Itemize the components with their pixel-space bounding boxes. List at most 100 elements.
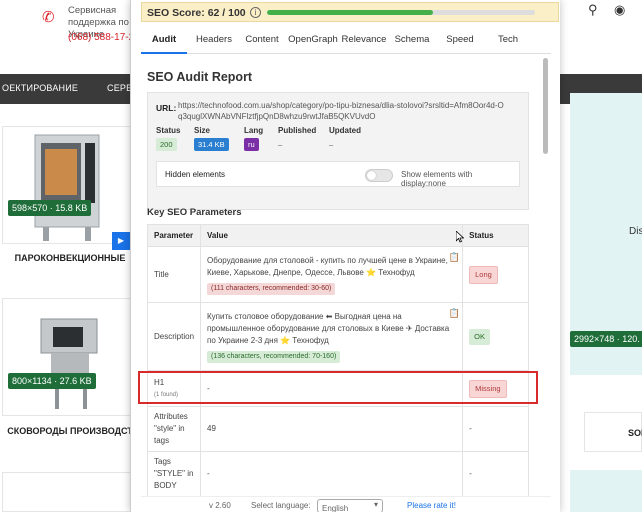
rate-link[interactable]: Please rate it!: [407, 501, 456, 510]
copy-icon[interactable]: 📋: [449, 307, 460, 319]
status-meta: Status 200: [156, 126, 180, 151]
toggle-knob: [367, 171, 376, 180]
background-site-right: ⚲ ◉ Dis 2992×748 · 120. SOR: [560, 0, 642, 512]
param-value: 49: [200, 406, 464, 452]
published-value: –: [278, 140, 283, 149]
image-size-badge: 598×570 · 15.8 KB: [8, 200, 92, 216]
section-title: Key SEO Parameters: [147, 207, 242, 218]
hidden-elements-label: Hidden elements: [165, 170, 226, 179]
param-value: Купить столовое оборудование ⬅ Выгодная …: [207, 311, 450, 345]
hidden-elements-row: Hidden elements Show elements with displ…: [156, 161, 520, 188]
param-value: Оборудование для столовой - купить по лу…: [207, 255, 448, 277]
image-size-badge: 2992×748 · 120.: [570, 331, 642, 347]
product-card[interactable]: [2, 472, 138, 512]
toggle-description: Show elements with display:none: [401, 170, 473, 188]
param-value-cell: Оборудование для столовой - купить по лу…: [200, 246, 464, 303]
param-name: Description: [146, 302, 202, 371]
column-header-status: Status: [462, 224, 529, 247]
nav-item-design[interactable]: ОЕКТИРОВАНИЕ: [2, 83, 78, 93]
category-caption[interactable]: СКОВОРОДЫ ПРОИЗВОДСТ: [0, 426, 140, 436]
tab-content[interactable]: Content: [241, 28, 283, 54]
tab-relevance[interactable]: Relevance: [341, 28, 387, 54]
column-header-value: Value: [200, 224, 464, 247]
table-row-style-attrs: Attributes "style" in tags 49 -: [146, 406, 529, 452]
tab-speed[interactable]: Speed: [441, 28, 479, 54]
updated-label: Updated: [329, 126, 361, 135]
lang-label: Lang: [244, 126, 264, 135]
background-site-left: ✆ Сервисная поддержка по Украине (068) 5…: [0, 0, 140, 512]
mouse-cursor-icon: [456, 231, 464, 243]
char-count-badge: (136 characters, recommended: 70-160): [207, 350, 341, 363]
seo-score-label: SEO Score: 62 / 100: [147, 7, 246, 19]
tab-schema[interactable]: Schema: [391, 28, 433, 54]
score-progress-track: [267, 10, 535, 15]
status-label: Status: [156, 126, 181, 135]
scrollbar[interactable]: [543, 58, 548, 154]
info-icon[interactable]: i: [250, 7, 261, 18]
updated-value: –: [329, 140, 334, 149]
param-status-cell: OK: [462, 302, 529, 371]
score-progress-fill: [267, 10, 434, 15]
sort-label: SOR: [628, 428, 642, 438]
size-value: 31.4 KB: [194, 138, 229, 151]
product-card-combi[interactable]: [2, 126, 138, 244]
size-label: Size: [194, 126, 211, 135]
url-label: URL:: [156, 103, 177, 113]
location-pin-icon[interactable]: ◉: [614, 2, 625, 18]
param-value-cell: Купить столовое оборудование ⬅ Выгодная …: [200, 302, 464, 371]
audit-content: SEO Audit Report URL: https://technofood…: [141, 60, 549, 496]
size-meta: Size 31.4 KB: [194, 126, 229, 151]
tab-headers[interactable]: Headers: [191, 28, 237, 54]
tab-opengraph[interactable]: OpenGraph: [287, 28, 339, 54]
param-status: -: [462, 451, 529, 496]
param-name: Title: [146, 246, 202, 303]
screen: ✆ Сервисная поддержка по Украине (068) 5…: [0, 0, 642, 512]
sort-box[interactable]: SOR: [584, 412, 642, 452]
language-select[interactable]: English ▾: [317, 499, 383, 512]
chevron-down-icon: ▾: [373, 500, 378, 509]
banner-area: [570, 470, 642, 512]
copy-icon[interactable]: 📋: [449, 251, 460, 263]
language-value: English: [322, 504, 349, 512]
play-icon[interactable]: ▶: [112, 232, 130, 250]
published-label: Published: [278, 126, 317, 135]
nav-item-service[interactable]: СЕРВ: [107, 83, 132, 93]
banner-text: Dis: [629, 226, 642, 237]
product-card-skillet[interactable]: [2, 298, 138, 416]
combi-oven-image: [34, 134, 100, 241]
seo-extension-panel: SEO Score: 62 / 100 i Audit Headers Cont…: [130, 0, 560, 512]
param-status: -: [462, 406, 529, 452]
version-label: v 2.60: [209, 501, 231, 510]
table-row-style-tags: Tags "STYLE" in BODY - -: [146, 451, 529, 496]
param-value: -: [200, 451, 464, 496]
status-badge: OK: [469, 328, 490, 345]
table-row-description: Description Купить столовое оборудование…: [146, 302, 529, 371]
category-caption[interactable]: ПАРОКОНВЕКЦИОННЫЕ: [0, 253, 140, 263]
select-language-label: Select language:: [251, 501, 311, 510]
tab-audit[interactable]: Audit: [141, 28, 187, 54]
phone-number[interactable]: (068) 588-17-25: [68, 32, 140, 43]
param-name: Attributes "style" in tags: [146, 406, 202, 452]
table-row-title: Title Оборудование для столовой - купить…: [146, 246, 529, 303]
status-badge: Long: [469, 265, 498, 284]
hidden-elements-toggle[interactable]: [365, 169, 393, 182]
seo-score-bar: SEO Score: 62 / 100 i: [141, 2, 559, 22]
updated-meta: Updated –: [329, 126, 361, 151]
page-summary-card: URL: https://technofood.com.ua/shop/cate…: [147, 92, 529, 210]
tab-tech[interactable]: Tech: [491, 28, 525, 54]
column-header-parameter: Parameter: [146, 224, 202, 247]
published-meta: Published –: [278, 126, 316, 151]
search-icon[interactable]: ⚲: [588, 2, 598, 18]
lang-meta: Lang ru: [244, 126, 263, 151]
tilting-skillet-image: [40, 318, 98, 409]
seo-parameters-table: Parameter Value Status Title Оборудовани…: [146, 224, 529, 496]
report-title: SEO Audit Report: [147, 70, 253, 84]
status-value: 200: [156, 138, 177, 151]
image-size-badge: 800×1134 · 27.6 KB: [8, 373, 96, 389]
phone-icon: ✆: [42, 9, 55, 26]
char-count-badge: (111 characters, recommended: 30-60): [207, 282, 336, 295]
table-header-row: Parameter Value Status: [146, 224, 529, 247]
url-value: https://technofood.com.ua/shop/category/…: [178, 101, 504, 121]
panel-footer: v 2.60 Select language: English ▾ Please…: [141, 496, 551, 512]
lang-value: ru: [244, 138, 259, 151]
